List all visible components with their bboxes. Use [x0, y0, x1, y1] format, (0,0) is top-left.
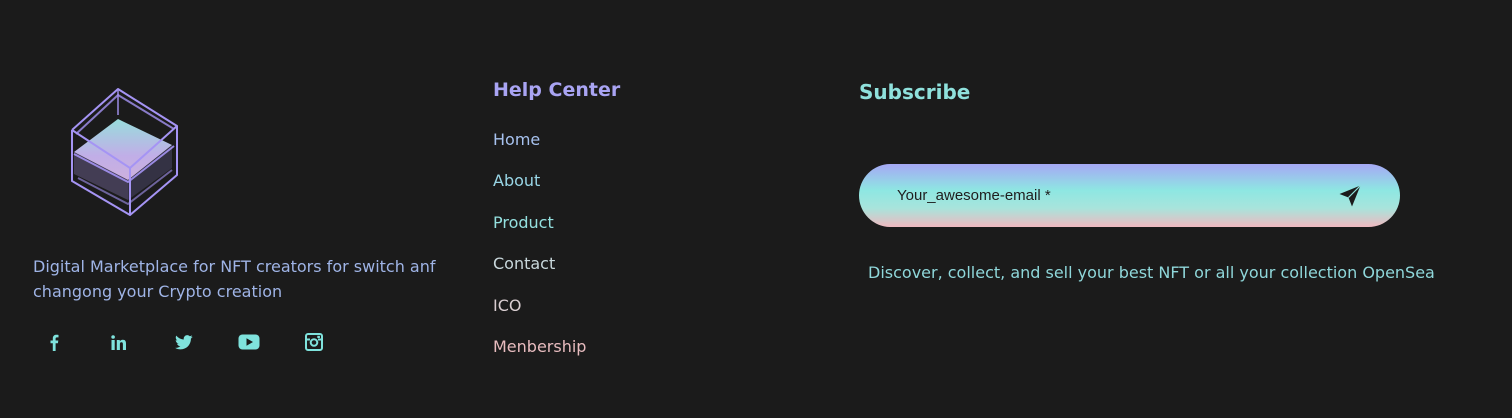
send-icon — [1339, 185, 1361, 207]
twitter-link[interactable] — [170, 328, 198, 356]
subscribe-description: Discover, collect, and sell your best NF… — [868, 263, 1435, 282]
facebook-icon — [50, 334, 59, 351]
twitter-icon — [175, 334, 193, 349]
subscribe-form — [859, 164, 1400, 227]
instagram-icon — [305, 333, 323, 351]
linkedin-icon — [111, 334, 126, 350]
nav-link-about[interactable]: About — [493, 169, 586, 210]
help-center-title: Help Center — [493, 79, 621, 101]
send-button[interactable] — [1335, 181, 1365, 211]
help-center-links: Home About Product Contact ICO Menbershi… — [493, 128, 586, 376]
linkedin-link[interactable] — [105, 328, 133, 356]
nav-link-home[interactable]: Home — [493, 128, 586, 169]
brand-tagline: Digital Marketplace for NFT creators for… — [33, 257, 436, 301]
social-links — [40, 328, 365, 356]
nav-link-product[interactable]: Product — [493, 211, 586, 252]
site-footer: Digital Marketplace for NFT creators for… — [0, 0, 1512, 418]
nav-link-membership[interactable]: Menbership — [493, 335, 586, 376]
subscribe-title: Subscribe — [859, 80, 971, 104]
youtube-icon — [238, 334, 260, 350]
nav-link-contact[interactable]: Contact — [493, 252, 586, 293]
instagram-link[interactable] — [300, 328, 328, 356]
youtube-link[interactable] — [235, 328, 263, 356]
glass-cube-logo[interactable] — [62, 82, 192, 222]
email-input[interactable] — [897, 182, 1317, 208]
nav-link-ico[interactable]: ICO — [493, 294, 586, 335]
facebook-link[interactable] — [40, 328, 68, 356]
